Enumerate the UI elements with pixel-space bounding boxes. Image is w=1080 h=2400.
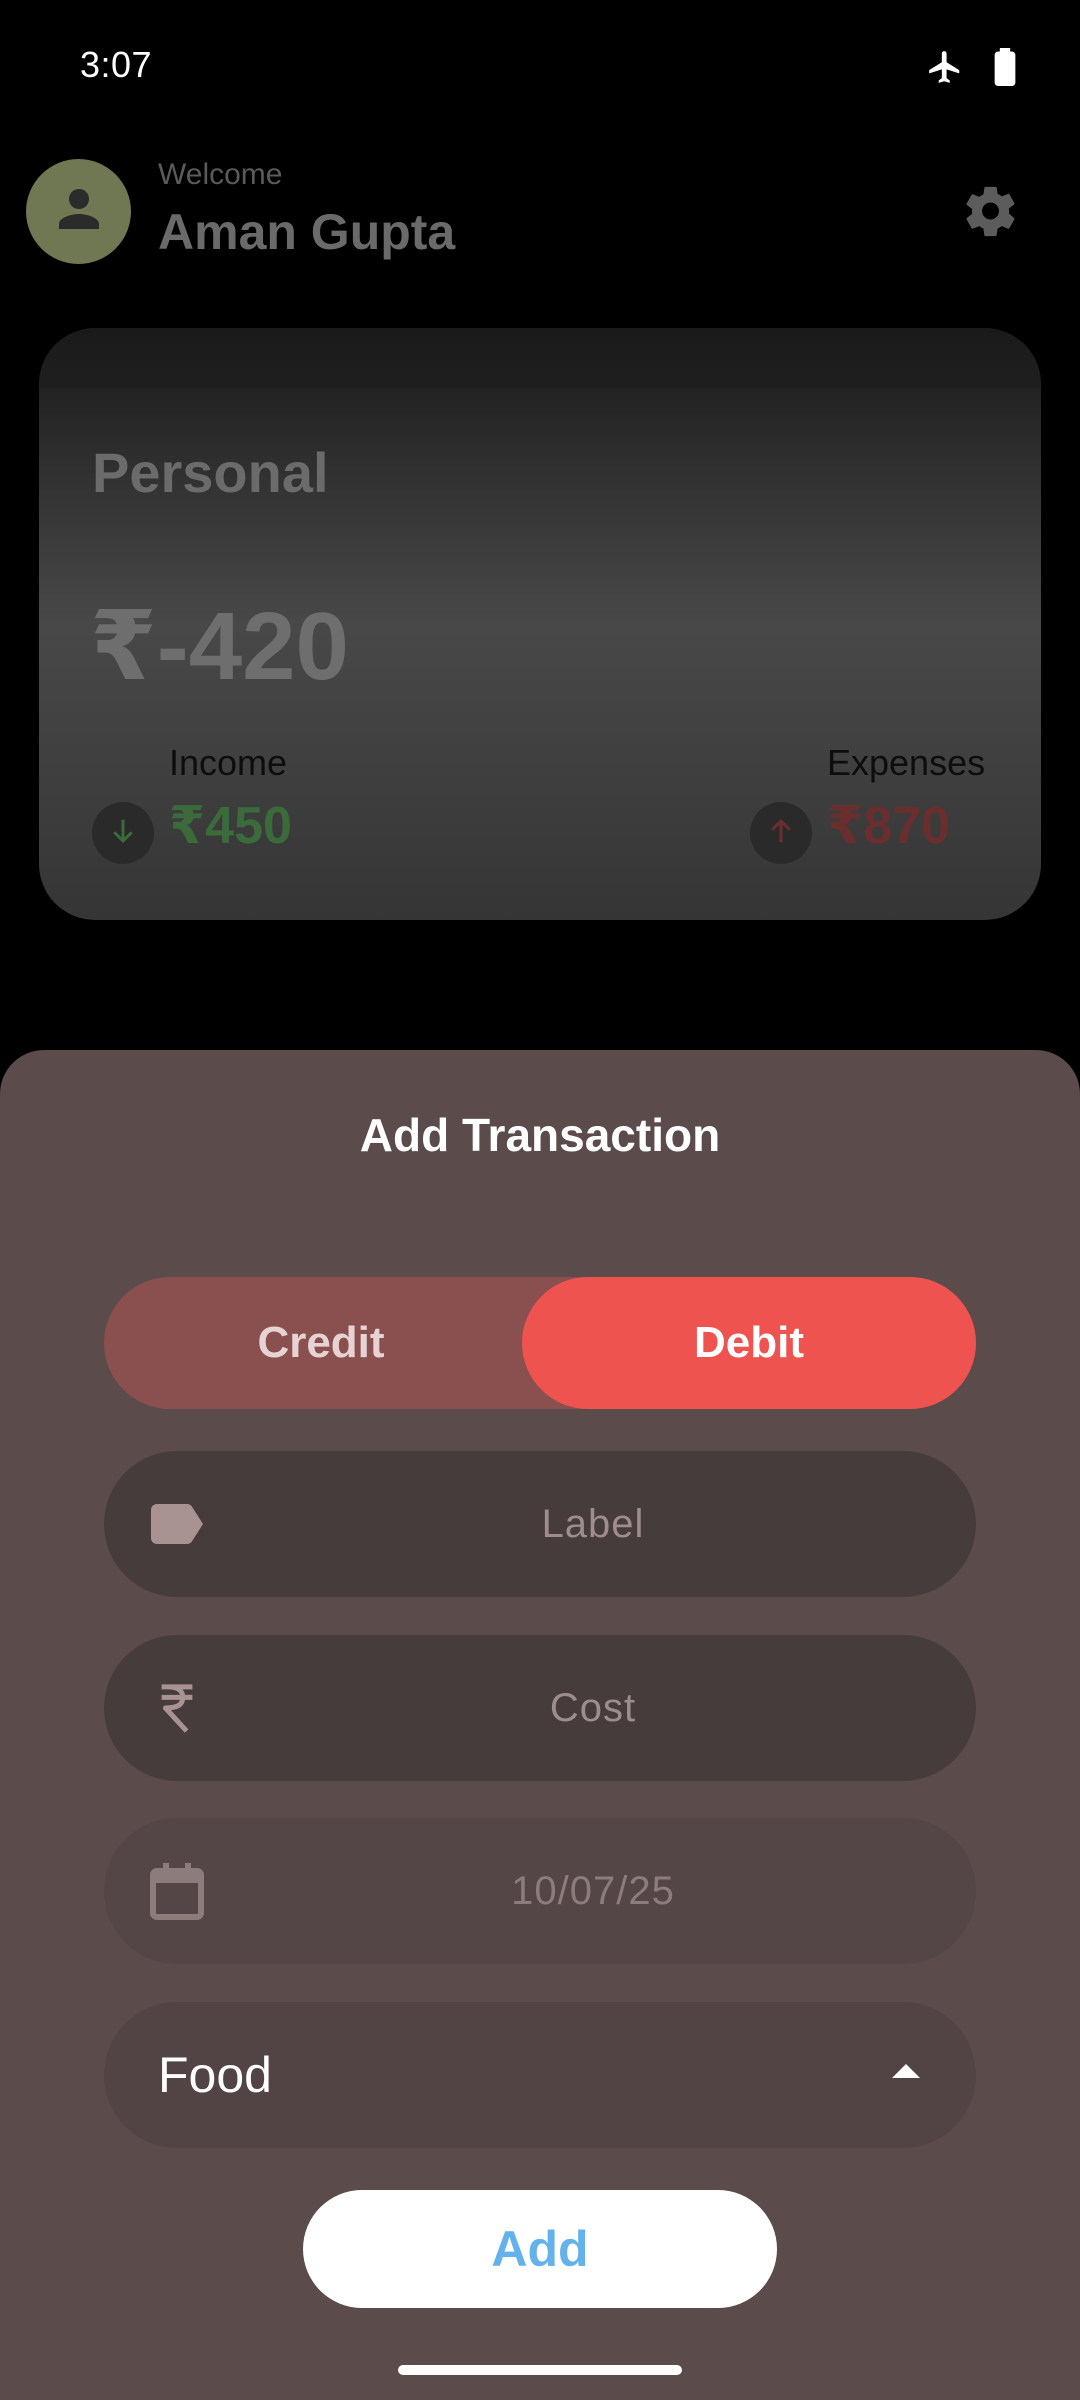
card-title: Personal: [92, 441, 329, 504]
airplane-mode-icon: [926, 48, 964, 91]
credit-button[interactable]: Credit: [104, 1277, 538, 1409]
person-icon: [54, 184, 104, 239]
arrow-up-icon: [766, 816, 796, 851]
label-input[interactable]: Label: [210, 1451, 976, 1597]
income-value: ₹450: [169, 797, 292, 855]
add-button[interactable]: Add: [303, 2190, 777, 2308]
card-top-band: [39, 328, 1041, 388]
user-name: Aman Gupta: [158, 204, 456, 260]
welcome-text: Welcome: [158, 158, 283, 191]
transaction-type-toggle: Credit Debit: [104, 1277, 976, 1409]
rupee-icon: [144, 1675, 210, 1741]
income-icon-circle: [92, 802, 154, 864]
arrow-up-dropdown-icon: [892, 2064, 920, 2078]
battery-icon: [994, 48, 1016, 91]
date-value[interactable]: 10/07/25: [210, 1818, 976, 1964]
home-indicator[interactable]: [398, 2365, 682, 2375]
card-balance: ₹-420: [90, 593, 349, 700]
debit-button[interactable]: Debit: [522, 1277, 976, 1409]
avatar[interactable]: [26, 159, 131, 264]
status-icons: [926, 48, 1016, 91]
label-field[interactable]: Label: [104, 1451, 976, 1597]
date-field[interactable]: 10/07/25: [104, 1818, 976, 1964]
expenses-value: ₹870: [827, 797, 950, 855]
calendar-icon: [144, 1858, 210, 1924]
category-dropdown[interactable]: Food: [104, 2002, 976, 2148]
balance-card[interactable]: Personal ₹-420 Income ₹450 Expenses ₹870: [39, 328, 1041, 920]
sheet-title: Add Transaction: [359, 1109, 721, 1161]
tag-icon: [144, 1491, 210, 1557]
status-bar: 3:07: [0, 0, 1080, 134]
cost-field[interactable]: Cost: [104, 1635, 976, 1781]
settings-button[interactable]: [960, 182, 1022, 244]
expenses-icon-circle: [750, 802, 812, 864]
income-label: Income: [169, 742, 288, 783]
gear-icon: [962, 182, 1020, 245]
status-time: 3:07: [80, 44, 153, 85]
category-value: Food: [158, 2047, 272, 2103]
cost-input[interactable]: Cost: [210, 1635, 976, 1781]
arrow-down-icon: [108, 816, 138, 851]
expenses-label: Expenses: [827, 742, 986, 783]
